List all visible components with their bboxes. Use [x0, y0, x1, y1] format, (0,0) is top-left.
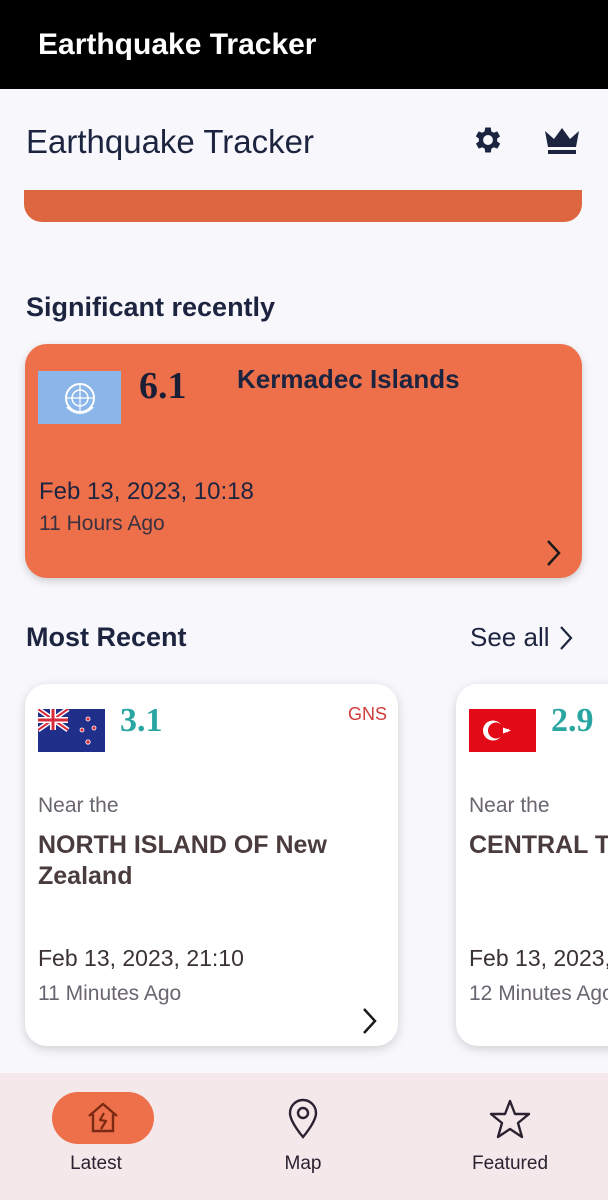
- top-banner-card[interactable]: [24, 190, 582, 222]
- quake-near-label: Near the: [38, 794, 119, 817]
- bottom-navigation: Latest Map Featured: [0, 1073, 608, 1200]
- significant-ago: 11 Hours Ago: [39, 512, 165, 535]
- map-pin-icon: [281, 1097, 325, 1141]
- significant-date: Feb 13, 2023, 10:18: [39, 478, 254, 505]
- window-title: Earthquake Tracker: [38, 28, 317, 61]
- new-zealand-flag-icon: [38, 709, 105, 752]
- significant-card[interactable]: 6.1 Kermadec Islands Feb 13, 2023, 10:18…: [25, 344, 582, 578]
- turkey-flag-icon: [469, 709, 536, 752]
- settings-button[interactable]: [468, 120, 508, 160]
- quake-source-badge: GNS: [348, 704, 388, 724]
- quake-magnitude: 3.1: [120, 702, 163, 739]
- un-flag-icon: [38, 371, 121, 424]
- significant-place: Kermadec Islands: [237, 364, 460, 394]
- recent-quake-card[interactable]: 3.1 GNS Near the NORTH ISLAND OF New Zea…: [25, 684, 398, 1046]
- window-title-bar: Earthquake Tracker: [0, 0, 608, 89]
- see-all-label: See all: [470, 622, 550, 652]
- quake-date: Feb 13, 2023, 21:10: [38, 945, 244, 971]
- quake-magnitude: 2.9: [551, 702, 594, 739]
- star-icon: [488, 1097, 532, 1141]
- premium-button[interactable]: [542, 120, 582, 160]
- nav-item-map[interactable]: Map: [213, 1073, 393, 1200]
- recent-quake-card[interactable]: 2.9 Near the CENTRAL T Feb 13, 2023, 12 …: [456, 684, 608, 1046]
- significant-title: Significant recently: [26, 292, 276, 322]
- house-quake-icon: [88, 1102, 118, 1133]
- chevron-right-icon: [559, 625, 572, 650]
- quake-ago: 12 Minutes Ago: [469, 982, 608, 1005]
- chevron-right-icon: [547, 540, 561, 566]
- see-all-button[interactable]: See all: [470, 622, 574, 653]
- quake-date: Feb 13, 2023,: [469, 945, 608, 971]
- app-title: Earthquake Tracker: [26, 123, 314, 160]
- quake-place: CENTRAL T: [469, 831, 608, 859]
- quake-near-label: Near the: [469, 794, 550, 817]
- nav-active-indicator: [52, 1092, 154, 1144]
- significant-magnitude: 6.1: [139, 365, 187, 407]
- app-bar: Earthquake Tracker: [0, 89, 608, 190]
- chevron-right-icon: [363, 1008, 377, 1034]
- nav-label-featured: Featured: [471, 1153, 549, 1174]
- nav-item-latest[interactable]: Latest: [6, 1073, 186, 1200]
- gear-icon: [475, 127, 501, 153]
- nav-item-featured[interactable]: Featured: [420, 1073, 600, 1200]
- nav-label-latest: Latest: [70, 1153, 122, 1174]
- crown-icon: [545, 128, 579, 154]
- quake-place: NORTH ISLAND OF New Zealand: [38, 831, 327, 890]
- most-recent-title: Most Recent: [26, 622, 187, 652]
- quake-ago: 11 Minutes Ago: [38, 982, 182, 1005]
- content-scroll[interactable]: Significant recently 6.1 Kermadec Island…: [0, 190, 608, 1073]
- nav-label-map: Map: [284, 1153, 322, 1174]
